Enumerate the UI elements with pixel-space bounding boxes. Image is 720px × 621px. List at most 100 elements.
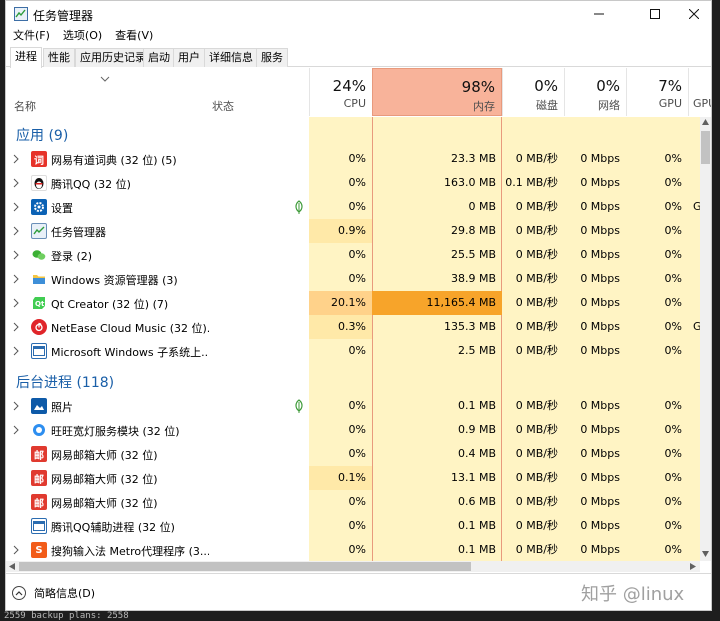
watermark: 知乎 @linux bbox=[581, 584, 685, 605]
cpu-label: CPU bbox=[343, 97, 366, 110]
gpu-engine-cell bbox=[688, 219, 700, 243]
column-memory[interactable]: 98% 内存 bbox=[372, 68, 502, 116]
memory-cell: 38.9 MB bbox=[450, 272, 496, 285]
cpu-cell: 0% bbox=[348, 248, 366, 261]
disk-cell: 0.1 MB/秒 bbox=[505, 176, 558, 189]
wangwang-icon bbox=[31, 422, 47, 438]
column-disk[interactable]: 0% 磁盘 bbox=[502, 68, 564, 116]
process-list: 应用 (9) 词 网易有道词典 (32 位) (5) 0% 23.3 MB 0 … bbox=[6, 117, 700, 561]
process-row[interactable]: Windows 资源管理器 (3) 0% 38.9 MB 0 MB/秒 0 Mb… bbox=[6, 267, 700, 291]
memory-cell: 0 MB bbox=[468, 200, 496, 213]
memory-cell: 23.3 MB bbox=[450, 152, 496, 165]
network-cell: 0 Mbps bbox=[580, 176, 620, 189]
expand-chevron-icon[interactable] bbox=[13, 202, 19, 212]
process-row[interactable]: 任务管理器 0.9% 29.8 MB 0 MB/秒 0 Mbps 0% bbox=[6, 219, 700, 243]
process-name: 设置 bbox=[51, 202, 73, 215]
expand-chevron-icon[interactable] bbox=[13, 274, 19, 284]
menu-file[interactable]: 文件(F) bbox=[6, 27, 56, 45]
group-apps: 应用 (9) bbox=[16, 128, 69, 144]
process-row[interactable]: 旺旺宽灯服务模块 (32 位) 0% 0.9 MB 0 MB/秒 0 Mbps … bbox=[6, 418, 700, 442]
scroll-up-icon[interactable] bbox=[702, 119, 709, 125]
disk-cell: 0 MB/秒 bbox=[515, 296, 558, 309]
process-row[interactable]: 设置 0% 0 MB 0 MB/秒 0 Mbps 0% G bbox=[6, 195, 700, 219]
scroll-left-icon[interactable] bbox=[9, 563, 15, 570]
gpu-engine-cell bbox=[688, 291, 700, 315]
process-row[interactable]: Microsoft Windows 子系统上... 0% 2.5 MB 0 MB… bbox=[6, 339, 700, 363]
network-cell: 0 Mbps bbox=[580, 543, 620, 556]
process-row[interactable]: NetEase Cloud Music (32 位)... 0.3% 135.3… bbox=[6, 315, 700, 339]
memory-cell: 0.1 MB bbox=[457, 519, 496, 532]
gpu-engine-label: GPU bbox=[693, 97, 711, 110]
gpu-cell: 0% bbox=[664, 495, 682, 508]
gpu-cell: 0% bbox=[664, 200, 682, 213]
tab-processes[interactable]: 进程 bbox=[10, 47, 42, 68]
process-row[interactable]: 邮 网易邮箱大师 (32 位) 0% 0.4 MB 0 MB/秒 0 Mbps … bbox=[6, 442, 700, 466]
vertical-scrollbar[interactable] bbox=[700, 117, 711, 561]
memory-cell: 0.9 MB bbox=[457, 423, 496, 436]
process-row[interactable]: 词 网易有道词典 (32 位) (5) 0% 23.3 MB 0 MB/秒 0 … bbox=[6, 147, 700, 171]
column-network[interactable]: 0% 网络 bbox=[564, 68, 626, 116]
cpu-cell: 0.9% bbox=[309, 219, 372, 243]
process-row[interactable]: 登录 (2) 0% 25.5 MB 0 MB/秒 0 Mbps 0% bbox=[6, 243, 700, 267]
tab-users[interactable]: 用户 bbox=[173, 48, 205, 67]
expand-chevron-icon[interactable] bbox=[13, 401, 19, 411]
process-row[interactable]: 邮 网易邮箱大师 (32 位) 0.1% 13.1 MB 0 MB/秒 0 Mb… bbox=[6, 466, 700, 490]
expand-chevron-icon[interactable] bbox=[13, 250, 19, 260]
process-name: 网易邮箱大师 (32 位) bbox=[51, 473, 158, 486]
process-name: 网易邮箱大师 (32 位) bbox=[51, 449, 158, 462]
tab-performance[interactable]: 性能 bbox=[43, 48, 75, 67]
fewer-details-button[interactable]: 简略信息(D) bbox=[12, 585, 95, 601]
expand-chevron-icon[interactable] bbox=[13, 226, 19, 236]
expand-chevron-icon[interactable] bbox=[13, 322, 19, 332]
expand-chevron-icon[interactable] bbox=[13, 298, 19, 308]
menu-view[interactable]: 查看(V) bbox=[108, 27, 159, 45]
process-row[interactable]: 照片 0% 0.1 MB 0 MB/秒 0 Mbps 0% bbox=[6, 394, 700, 418]
disk-cell: 0 MB/秒 bbox=[515, 519, 558, 532]
process-row[interactable]: 邮 网易邮箱大师 (32 位) 0% 0.6 MB 0 MB/秒 0 Mbps … bbox=[6, 490, 700, 514]
column-gpu-engine[interactable]: GPU bbox=[688, 68, 711, 116]
gpu-cell: 0% bbox=[664, 519, 682, 532]
process-name: 任务管理器 bbox=[51, 226, 106, 239]
close-button[interactable] bbox=[671, 1, 716, 27]
horizontal-scroll-thumb[interactable] bbox=[19, 562, 471, 571]
scroll-down-icon[interactable] bbox=[702, 551, 709, 557]
expand-chevron-icon[interactable] bbox=[13, 178, 19, 188]
tab-details[interactable]: 详细信息 bbox=[204, 48, 258, 67]
process-name: 腾讯QQ (32 位) bbox=[51, 178, 131, 191]
column-name[interactable]: 名称 bbox=[14, 98, 36, 114]
title-bar[interactable]: 任务管理器 bbox=[6, 1, 711, 27]
tab-app-history[interactable]: 应用历史记录 bbox=[75, 48, 151, 67]
menu-options[interactable]: 选项(O) bbox=[56, 27, 108, 45]
svg-text:Qt: Qt bbox=[35, 300, 45, 308]
horizontal-scrollbar[interactable] bbox=[6, 561, 700, 572]
network-cell: 0 Mbps bbox=[580, 423, 620, 436]
expand-chevron-icon[interactable] bbox=[13, 346, 19, 356]
column-gpu[interactable]: 7% GPU bbox=[626, 68, 688, 116]
qq-penguin-icon bbox=[31, 175, 47, 191]
cpu-cell: 0.3% bbox=[309, 315, 372, 339]
memory-cell: 25.5 MB bbox=[450, 248, 496, 261]
scroll-right-icon[interactable] bbox=[690, 563, 696, 570]
sort-chevron-icon[interactable] bbox=[100, 76, 110, 82]
process-row[interactable]: S 搜狗输入法 Metro代理程序 (3... 0% 0.1 MB 0 MB/秒… bbox=[6, 538, 700, 561]
process-row[interactable]: Qt Qt Creator (32 位) (7) 20.1% 11,165.4 … bbox=[6, 291, 700, 315]
folder-icon bbox=[31, 271, 47, 287]
vertical-scroll-thumb[interactable] bbox=[701, 131, 710, 164]
process-name: 腾讯QQ辅助进程 (32 位) bbox=[51, 521, 175, 534]
process-row[interactable]: 腾讯QQ辅助进程 (32 位) 0% 0.1 MB 0 MB/秒 0 Mbps … bbox=[6, 514, 700, 538]
memory-cell: 13.1 MB bbox=[450, 471, 496, 484]
minimize-button[interactable] bbox=[576, 1, 621, 27]
network-cell: 0 Mbps bbox=[580, 272, 620, 285]
expand-chevron-icon[interactable] bbox=[13, 425, 19, 435]
cpu-cell: 0% bbox=[348, 200, 366, 213]
expand-chevron-icon[interactable] bbox=[13, 545, 19, 555]
process-row[interactable]: 腾讯QQ (32 位) 0% 163.0 MB 0.1 MB/秒 0 Mbps … bbox=[6, 171, 700, 195]
memory-cell: 2.5 MB bbox=[457, 344, 496, 357]
task-manager-window: 任务管理器 文件(F) 选项(O) 查看(V) 进程 性能 应用历史记录 启动 … bbox=[5, 0, 712, 611]
tab-services[interactable]: 服务 bbox=[256, 48, 288, 67]
column-cpu[interactable]: 24% CPU bbox=[309, 68, 372, 116]
cpu-cell: 0% bbox=[348, 447, 366, 460]
tab-startup[interactable]: 启动 bbox=[143, 48, 175, 67]
expand-chevron-icon[interactable] bbox=[13, 154, 19, 164]
column-status[interactable]: 状态 bbox=[212, 98, 234, 114]
